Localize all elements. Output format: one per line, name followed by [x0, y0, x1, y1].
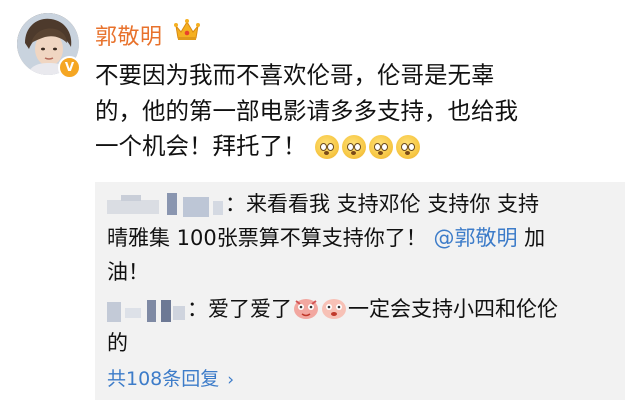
reply-line: 晴雅集 100张票算不算支持你了！ @郭敬明 加	[107, 221, 617, 255]
mention-link[interactable]: @郭敬明	[433, 226, 517, 250]
replies-panel: ：来看看我 支持邓伦 支持你 支持 晴雅集 100张票算不算支持你了！ @郭敬明…	[95, 182, 625, 400]
dizzy-face-emoji-icon	[314, 135, 339, 159]
dizzy-face-emoji-icon	[368, 135, 393, 159]
dizzy-face-emoji-icon	[395, 135, 420, 159]
reply-item[interactable]: ：来看看我 支持邓伦 支持你 支持 晴雅集 100张票算不算支持你了！ @郭敬明…	[107, 187, 617, 289]
reply-line: 的	[107, 331, 128, 355]
verified-icon: V	[58, 56, 81, 79]
sticker-icon	[294, 299, 318, 319]
post-line: 的，他的第一部电影请多多支持，也给我	[95, 96, 518, 125]
post-body: 不要因为我而不喜欢伦哥，伦哥是无辜 的，他的第一部电影请多多支持，也给我 一个机…	[95, 58, 585, 170]
post-line-text: 一个机会！拜托了！	[95, 132, 307, 160]
reply-text: ：爱了爱了	[187, 297, 292, 321]
view-more-replies-link[interactable]: 共108条回复 ›	[107, 364, 234, 391]
reply-text: ：来看看我 支持邓伦 支持你 支持	[225, 192, 540, 216]
chevron-right-icon: ›	[227, 370, 235, 390]
reply-text: 加	[517, 226, 546, 250]
blurred-username	[107, 298, 187, 322]
reply-item[interactable]: ：爱了爱了 一定会支持小四和伦伦 的	[107, 292, 617, 360]
crown-icon	[174, 19, 200, 40]
post-line: 一个机会！拜托了！	[95, 129, 585, 170]
post-line: 不要因为我而不喜欢伦哥，伦哥是无辜	[95, 61, 495, 89]
reply-line: 油！	[107, 260, 149, 284]
reply-text: 一定会支持小四和伦伦	[348, 297, 558, 321]
post-author-name[interactable]: 郭敬明	[95, 19, 163, 51]
emoji-group	[314, 134, 423, 170]
blurred-username	[107, 193, 225, 217]
reply-line: ：来看看我 支持邓伦 支持你 支持	[107, 187, 617, 221]
reply-line: ：爱了爱了 一定会支持小四和伦伦	[107, 292, 617, 326]
sticker-icon	[322, 299, 346, 319]
more-replies-label: 共108条回复	[107, 368, 220, 390]
reply-text: 晴雅集 100张票算不算支持你了！	[107, 226, 427, 250]
dizzy-face-emoji-icon	[341, 135, 366, 159]
